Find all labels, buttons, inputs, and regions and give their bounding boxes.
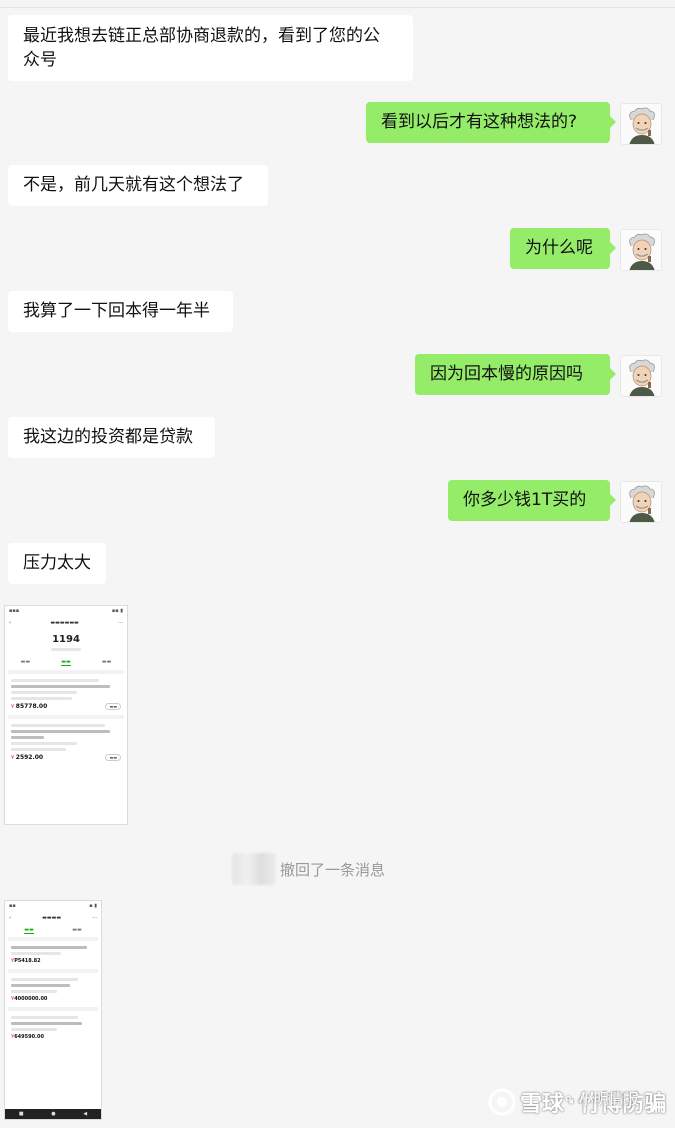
order-tabs: ▬▬ ▬▬ [24, 927, 82, 934]
message-text: 看到以后才有这种想法的? [381, 112, 578, 132]
recall-text: 撤回了一条消息 [280, 860, 386, 879]
order-price: P5418.82 [14, 958, 41, 964]
old-man-avatar-icon[interactable] [620, 229, 662, 271]
message-text: 因为回本慢的原因吗 [430, 364, 583, 384]
message-text: 为什么呢 [525, 238, 593, 258]
order-price: 2592.00 [15, 754, 44, 761]
phone-bottom-bar: ■ ● ◀ [5, 1109, 101, 1119]
order-price: 85778.00 [15, 703, 48, 710]
order-price: 4000000.00 [14, 996, 48, 1002]
order-price: 649590.00 [14, 1034, 44, 1040]
phone-nav-bar: ‹ ▬▬▬▬ ··· [9, 915, 97, 921]
chat-message-right[interactable]: 你多少钱1T买的 [448, 480, 616, 521]
message-text: 不是，前几天就有这个想法了 [23, 175, 244, 195]
old-man-avatar-icon[interactable] [620, 355, 662, 397]
order-card: ¥649590.00 [8, 1007, 98, 1042]
order-count: 1194 [52, 634, 80, 645]
chat-message-left[interactable]: 最近我想去链正总部协商退款的，看到了您的公 众号 [8, 15, 413, 81]
recall-notice: 撤回了一条消息 [232, 853, 385, 885]
order-screenshot-image[interactable]: ▪▪▪ ▪▪ ▮ ‹ ▬▬▬▬▬▬ ··· 1194 ▬▬ ▬▬ ▬▬ ¥ 85778.0… [4, 605, 128, 825]
chat-message-left[interactable]: 我算了一下回本得一年半 [8, 291, 233, 332]
message-text-line: 众号 [23, 50, 57, 70]
blurred-name [232, 853, 276, 885]
phone-nav-bar: ‹ ▬▬▬▬▬▬ ··· [9, 620, 123, 626]
wechat-account-text: 小明情报 [578, 1090, 639, 1108]
message-text: 我算了一下回本得一年半 [23, 301, 210, 321]
order-card: ¥ 2592.00 ▬▬ [8, 715, 124, 763]
xueqiu-text: 雪球 [520, 1092, 565, 1117]
chat-message-right[interactable]: 为什么呢 [510, 228, 616, 269]
phone-status-bar: ▪▪▪ ▪▪ ▮ [9, 608, 123, 614]
chat-message-left[interactable]: 压力太大 [8, 543, 106, 584]
chat-message-left[interactable]: 不是，前几天就有这个想法了 [8, 165, 268, 206]
chat-message-left[interactable]: 我这边的投资都是贷款 [8, 417, 215, 458]
order-card: ¥4000000.00 [8, 969, 98, 1004]
xueqiu-logo-icon [488, 1088, 516, 1116]
top-divider [0, 7, 675, 8]
phone-status-bar: ▪▪ ▪ ▮ [9, 903, 97, 909]
order-tabs: ▬▬ ▬▬ ▬▬ [20, 659, 112, 666]
order-card: ¥P5418.82 [8, 937, 98, 966]
message-text: 我这边的投资都是贷款 [23, 427, 193, 447]
chat-message-right[interactable]: 因为回本慢的原因吗 [415, 354, 616, 395]
order-card: ¥ 85778.00 ▬▬ [8, 670, 124, 712]
old-man-avatar-icon[interactable] [620, 481, 662, 523]
order-list-screenshot-image[interactable]: ▪▪ ▪ ▮ ‹ ▬▬▬▬ ··· ▬▬ ▬▬ ¥P5418.82 ¥4000000.0… [4, 900, 102, 1120]
old-man-avatar-icon[interactable] [620, 103, 662, 145]
wechat-watermark: ⚬ 小明情报 [562, 1088, 639, 1109]
message-text-line: 最近我想去链正总部协商退款的，看到了您的公 [23, 26, 380, 46]
message-text: 压力太大 [23, 553, 91, 573]
chat-message-right[interactable]: 看到以后才有这种想法的? [366, 102, 616, 143]
message-text: 你多少钱1T买的 [463, 490, 587, 510]
wechat-logo-icon: ⚬ [562, 1089, 575, 1108]
